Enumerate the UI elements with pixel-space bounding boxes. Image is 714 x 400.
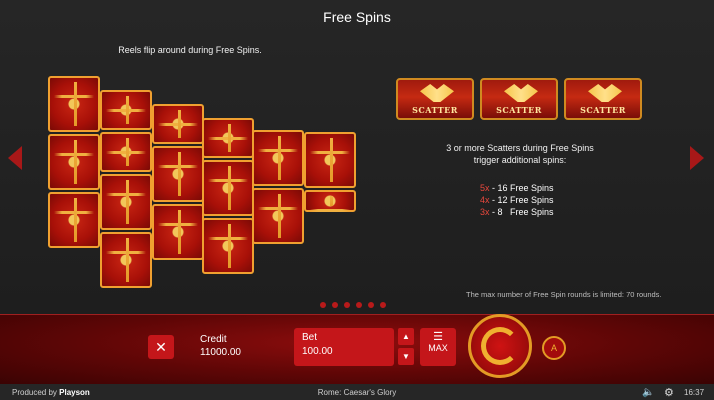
shield-symbol-icon xyxy=(252,130,304,186)
free-spins-row: 5x - 16 Free Spins xyxy=(480,183,554,195)
page-dot[interactable] xyxy=(356,302,362,308)
shield-symbol-icon xyxy=(100,232,152,288)
spin-arrow-icon xyxy=(481,327,519,365)
max-rounds-note: The max number of Free Spin rounds is li… xyxy=(466,290,662,299)
page-dot[interactable] xyxy=(344,302,350,308)
free-spins-list: 5x - 16 Free Spins 4x - 12 Free Spins 3x… xyxy=(480,183,554,219)
scatter-label: SCATTER xyxy=(496,105,542,115)
credit-value: 11000.00 xyxy=(200,347,241,358)
page-dot[interactable] xyxy=(332,302,338,308)
shield-symbol-icon xyxy=(152,104,204,144)
multiplier: 5x xyxy=(480,183,490,193)
shield-symbol-icon xyxy=(48,192,100,248)
shield-symbol-icon xyxy=(152,146,204,202)
autoplay-button[interactable]: A xyxy=(542,336,566,360)
shield-symbol-icon xyxy=(152,204,204,260)
eagle-icon xyxy=(504,84,538,102)
coin-stack-icon: ☰ xyxy=(433,331,443,343)
reel-column-4 xyxy=(202,118,254,276)
shield-symbol-icon xyxy=(202,218,254,274)
close-button[interactable]: ✕ xyxy=(148,335,174,359)
scatter-symbol: SCATTER xyxy=(480,78,558,120)
expanded-reels-illustration xyxy=(36,74,366,288)
shield-symbol-icon xyxy=(304,132,356,188)
gear-icon[interactable]: ⚙ xyxy=(664,386,674,399)
bet-increase-button[interactable]: ▲ xyxy=(398,328,414,345)
shield-symbol-icon xyxy=(252,188,304,244)
free-spins-text: - 16 Free Spins xyxy=(489,183,554,193)
page-dot[interactable] xyxy=(320,302,326,308)
reel-column-5 xyxy=(252,130,304,246)
reel-column-3 xyxy=(152,104,204,262)
reel-column-6 xyxy=(304,132,356,214)
shield-symbol-icon xyxy=(202,160,254,216)
speaker-icon[interactable]: 🔈 xyxy=(642,387,654,398)
page-dot[interactable] xyxy=(368,302,374,308)
multiplier: 4x xyxy=(480,195,490,205)
max-label: MAX xyxy=(428,343,448,353)
scatter-info-line-2: trigger additional spins: xyxy=(473,155,567,165)
shield-symbol-icon xyxy=(304,190,356,212)
shield-symbol-icon xyxy=(100,90,152,130)
shield-symbol-icon xyxy=(100,174,152,230)
page-dot[interactable] xyxy=(380,302,386,308)
reels-caption: Reels flip around during Free Spins. xyxy=(118,45,262,55)
free-spins-row: 4x - 12 Free Spins xyxy=(480,195,554,207)
shield-symbol-icon xyxy=(202,118,254,158)
shield-symbol-icon xyxy=(100,132,152,172)
free-spins-text: - 8 Free Spins xyxy=(489,207,554,217)
pagination-dots xyxy=(320,302,386,308)
page-title: Free Spins xyxy=(323,9,391,25)
scatter-label: SCATTER xyxy=(580,105,626,115)
eagle-icon xyxy=(420,84,454,102)
reel-column-2 xyxy=(100,90,152,290)
clock: 16:37 xyxy=(684,388,705,397)
scatter-info-line-1: 3 or more Scatters during Free Spins xyxy=(446,143,594,153)
next-page-arrow-icon[interactable] xyxy=(690,146,704,170)
scatter-symbol: SCATTER xyxy=(564,78,642,120)
eagle-icon xyxy=(588,84,622,102)
bet-value: 100.00 xyxy=(302,346,333,357)
multiplier: 3x xyxy=(480,207,490,217)
shield-symbol-icon xyxy=(48,76,100,132)
shield-symbol-icon xyxy=(48,134,100,190)
game-name: Rome: Caesar's Glory xyxy=(317,388,397,397)
bet-label: Bet xyxy=(302,332,318,343)
credit-label: Credit xyxy=(200,334,227,345)
reel-column-1 xyxy=(48,76,100,250)
scatter-symbols: SCATTER SCATTER SCATTER xyxy=(396,78,642,120)
paytable-page: Free Spins Reels flip around during Free… xyxy=(0,0,714,314)
bet-decrease-button[interactable]: ▼ xyxy=(398,348,414,365)
free-spins-text: - 12 Free Spins xyxy=(489,195,554,205)
previous-page-arrow-icon[interactable] xyxy=(8,146,22,170)
footer-bar: Produced by Playson Rome: Caesar's Glory… xyxy=(0,384,714,400)
scatter-symbol: SCATTER xyxy=(396,78,474,120)
free-spins-row: 3x - 8 Free Spins xyxy=(480,207,554,219)
max-bet-button[interactable]: ☰ MAX xyxy=(420,328,456,366)
spin-button[interactable] xyxy=(468,314,532,378)
scatter-label: SCATTER xyxy=(412,105,458,115)
